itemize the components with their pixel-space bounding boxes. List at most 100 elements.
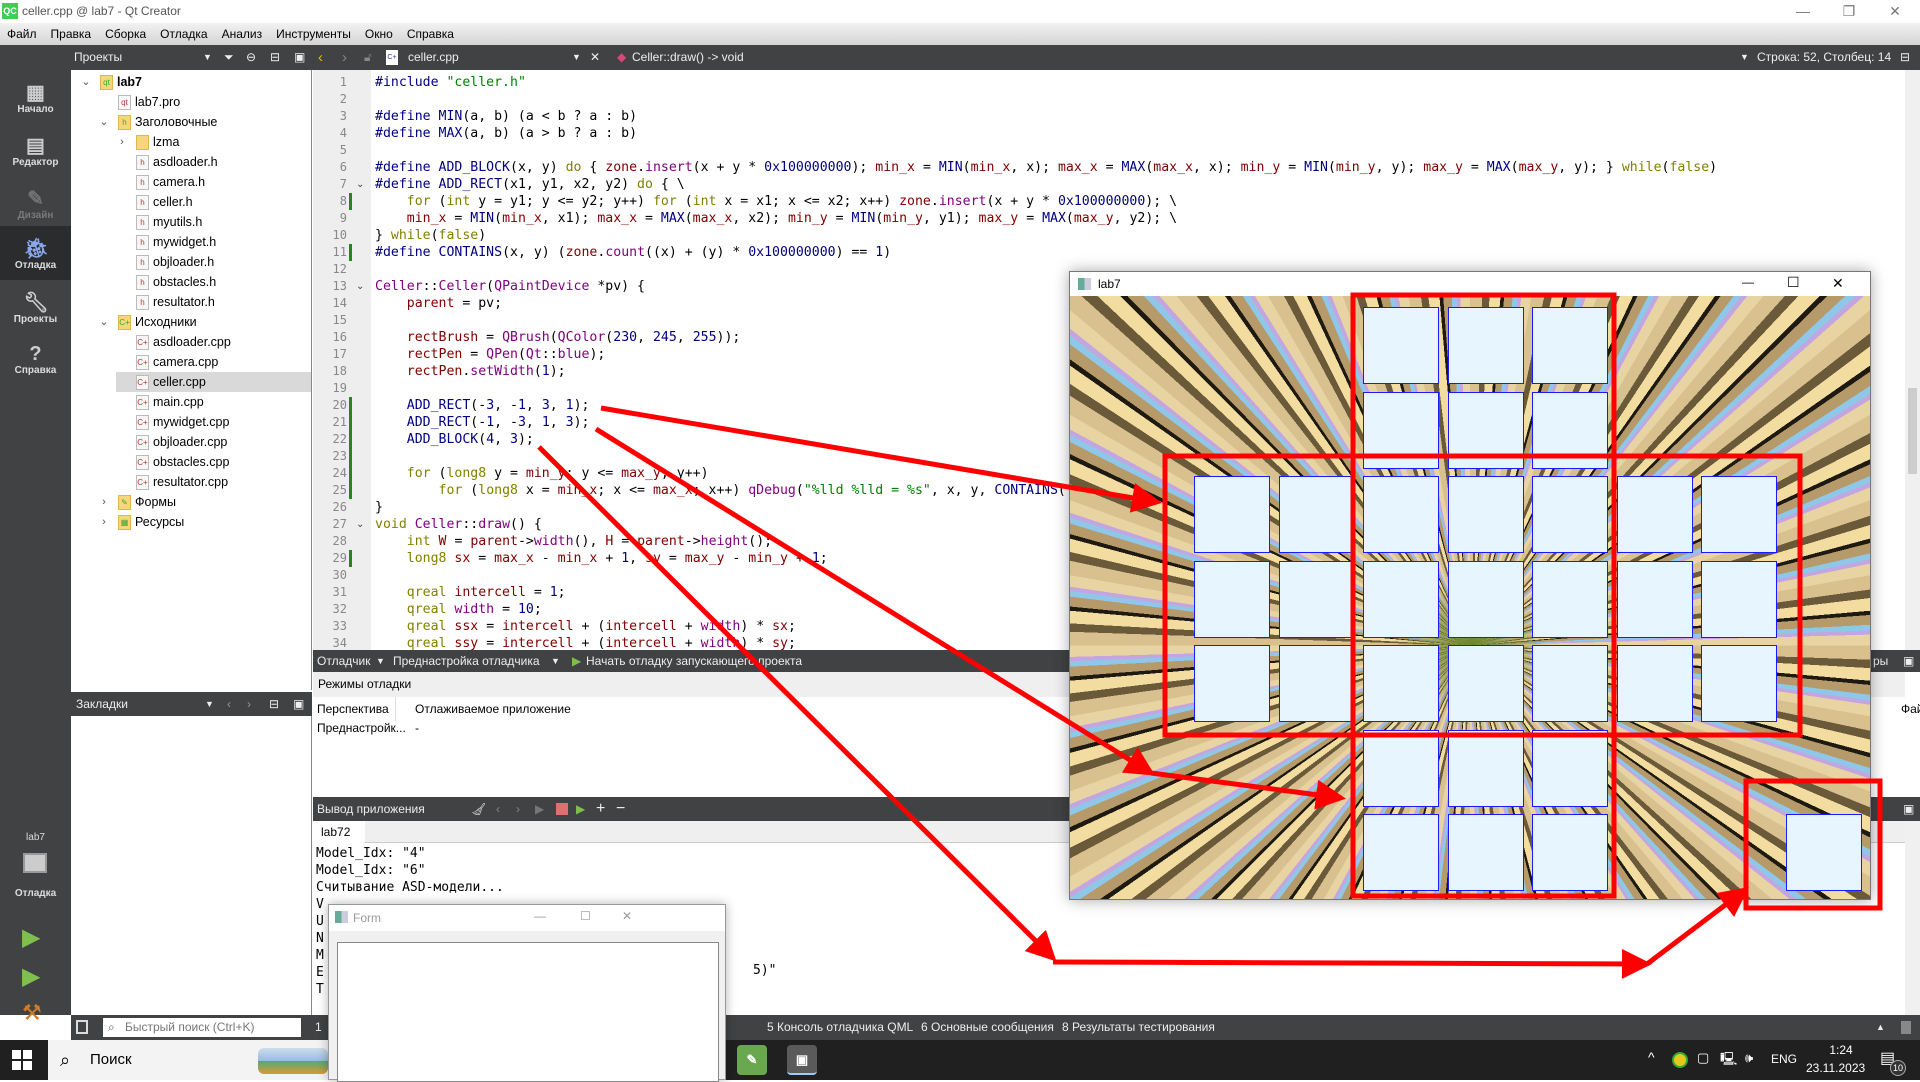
editor-scrollbar[interactable] <box>1905 70 1920 650</box>
restore-button[interactable]: ❐ <box>1826 0 1872 22</box>
close-button[interactable]: ✕ <box>622 909 632 923</box>
run-icon[interactable]: ▶ <box>22 923 40 952</box>
close-button[interactable]: ✕ <box>1832 275 1844 292</box>
menu-item[interactable]: Окно <box>358 23 400 45</box>
debug-start-icon[interactable]: ▶ <box>572 650 581 672</box>
split-icon[interactable]: ⊟ <box>269 692 279 716</box>
menu-item[interactable]: Инструменты <box>269 23 358 45</box>
zoom-in-icon[interactable]: + <box>596 797 605 821</box>
volume-icon[interactable]: 🕪︎ <box>1745 1050 1753 1066</box>
close-button[interactable]: ✕ <box>1872 0 1918 22</box>
lab7-title-bar[interactable]: lab7 — ☐ ✕ <box>1070 272 1870 296</box>
tree-item[interactable]: C+ celler.cpp <box>116 372 311 392</box>
output-pane-button[interactable]: 8 Результаты тестирования <box>1062 1015 1215 1040</box>
next-icon[interactable]: › <box>516 797 520 821</box>
code-line[interactable]: for (long8 y = min_y; y <= max_y; y++) <box>375 465 709 482</box>
prev-icon[interactable]: ‹ <box>227 692 231 716</box>
perspective-value[interactable]: Отлаживаемое приложение <box>415 702 571 716</box>
tree-item[interactable]: ⌄ C+ Исходники <box>71 312 311 332</box>
debugger-selector[interactable]: Отладчик <box>317 650 370 672</box>
expand-chevron-icon[interactable]: ⌄ <box>98 312 110 332</box>
tree-item[interactable]: h celler.h <box>71 192 311 212</box>
status-item[interactable]: 1 <box>315 1015 322 1040</box>
tray-expand-icon[interactable]: ^ <box>1648 1049 1655 1065</box>
tree-item[interactable]: C+ main.cpp <box>71 392 311 412</box>
clock-time[interactable]: 1:24 <box>1826 1043 1856 1057</box>
fold-chevron-icon[interactable]: ⌄ <box>356 176 364 193</box>
code-line[interactable]: long8 sx = max_x - min_x + 1, sy = max_y… <box>375 550 828 567</box>
scrollbar-thumb[interactable] <box>1908 388 1917 474</box>
tree-item[interactable]: ⌄ h Заголовочные <box>71 112 311 132</box>
camera-icon[interactable]: ▢ <box>1697 1050 1709 1066</box>
fold-chevron-icon[interactable]: ⌄ <box>356 516 364 533</box>
build-hammer-icon[interactable]: ⚒ <box>22 1000 42 1026</box>
collapse-icon[interactable]: ▣ <box>294 45 305 70</box>
tree-item[interactable]: h resultator.h <box>71 292 311 312</box>
language-indicator[interactable]: ENG <box>1771 1052 1797 1066</box>
tree-item[interactable]: › ✎ Формы <box>71 492 311 512</box>
expand-chevron-icon[interactable]: ⌄ <box>98 112 110 132</box>
close-document-icon[interactable]: ✕ <box>590 45 600 70</box>
stop-icon[interactable] <box>556 803 568 815</box>
menu-item[interactable]: Анализ <box>215 23 270 45</box>
code-line[interactable]: parent = pv; <box>375 295 502 312</box>
maximize-button[interactable]: ☐ <box>1787 274 1800 291</box>
windows-start-icon[interactable] <box>12 1050 32 1070</box>
mode-Проекты[interactable]: 🔧︎ Проекты <box>0 290 71 342</box>
tree-item[interactable]: C+ obstacles.cpp <box>71 452 311 472</box>
dropdown-arrow-icon[interactable]: ▼ <box>205 692 214 716</box>
code-line[interactable]: ADD_RECT(-1, -3, 1, 3); <box>375 414 590 431</box>
expand-chevron-icon[interactable]: ⌄ <box>80 72 92 92</box>
output-scrollbar[interactable] <box>1905 821 1920 1015</box>
tree-item[interactable]: h mywidget.h <box>71 232 311 252</box>
code-line[interactable]: #define ADD_BLOCK(x, y) do { zone.insert… <box>375 159 1717 176</box>
collapse-chevron-icon[interactable]: › <box>98 512 110 532</box>
toggle-sidebar-icon[interactable] <box>76 1020 88 1034</box>
start-debugging-button[interactable]: Начать отладку запускающего проекта <box>586 650 802 672</box>
debugger-preset-selector[interactable]: Преднастройка отладчика <box>393 650 540 672</box>
form-canvas[interactable] <box>337 942 719 1082</box>
minimize-button[interactable]: — <box>534 909 546 923</box>
back-icon[interactable]: ‹ <box>318 45 323 70</box>
projects-selector[interactable]: Проекты <box>74 45 122 70</box>
rerun-icon[interactable]: ▶ <box>535 797 544 821</box>
mode-Редактор[interactable]: ▤ Редактор <box>0 133 71 185</box>
preset-value[interactable]: - <box>415 721 419 735</box>
minimize-button[interactable]: — <box>1780 0 1826 22</box>
dropdown-arrow-icon[interactable]: ▼ <box>1740 45 1749 70</box>
code-line[interactable]: } <box>375 499 383 516</box>
quick-search-input[interactable]: ⌕ Быстрый поиск (Ctrl+K) <box>103 1018 301 1037</box>
tree-item[interactable]: qt lab7.pro <box>71 92 311 112</box>
notepad-icon[interactable]: ✎ <box>737 1045 767 1075</box>
tree-item[interactable]: h asdloader.h <box>71 152 311 172</box>
code-line[interactable]: ADD_BLOCK(4, 3); <box>375 431 534 448</box>
tree-item[interactable]: C+ objloader.cpp <box>71 432 311 452</box>
collapse-chevron-icon[interactable]: › <box>98 492 110 512</box>
close-pane-icon[interactable]: ▣ <box>293 692 304 716</box>
fold-chevron-icon[interactable]: ⌄ <box>356 278 364 295</box>
bookmarks-label[interactable]: Закладки <box>76 697 128 711</box>
code-line[interactable]: void Celler::draw() { <box>375 516 542 533</box>
tree-item[interactable]: › ▦ Ресурсы <box>71 512 311 532</box>
collapse-chevron-icon[interactable]: › <box>116 132 128 152</box>
tree-item[interactable]: C+ camera.cpp <box>71 352 311 372</box>
dropdown-arrow-icon[interactable]: ▼ <box>551 650 560 672</box>
open-file-selector[interactable]: celler.cpp <box>408 45 459 70</box>
tree-item[interactable]: C+ mywidget.cpp <box>71 412 311 432</box>
output-pane-button[interactable]: 6 Основные сообщения <box>921 1015 1054 1040</box>
tree-item[interactable]: C+ resultator.cpp <box>71 472 311 492</box>
tree-item[interactable]: › lzma <box>71 132 311 152</box>
maximize-button[interactable]: ☐ <box>580 909 591 923</box>
output-tab-lab72[interactable]: lab72 ✕ <box>313 821 365 861</box>
zoom-out-icon[interactable]: − <box>616 797 625 821</box>
menu-item[interactable]: Файл <box>0 23 44 45</box>
code-line[interactable]: #include "celler.h" <box>375 74 526 91</box>
close-pane-icon[interactable]: ▣ <box>1903 650 1914 672</box>
dropdown-arrow-icon[interactable]: ▼ <box>572 45 581 70</box>
debug-run-icon[interactable]: ▶ <box>22 962 40 991</box>
next-icon[interactable]: › <box>247 692 251 716</box>
code-line[interactable]: qreal intercell = 1; <box>375 584 566 601</box>
cursor-position[interactable]: Строка: 52, Столбец: 14 <box>1757 45 1891 70</box>
dropdown-arrow-icon[interactable]: ▼ <box>376 650 385 672</box>
menu-item[interactable]: Отладка <box>153 23 214 45</box>
